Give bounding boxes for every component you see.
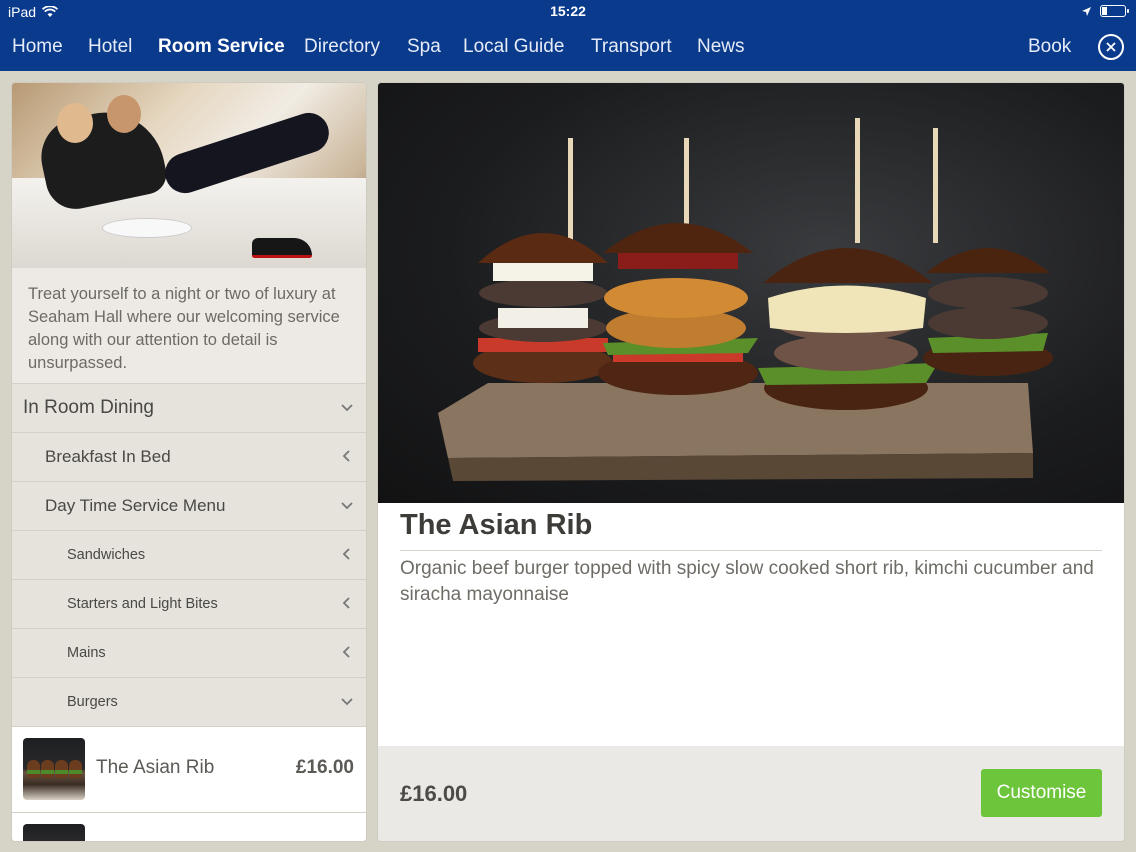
- menu-label: Starters and Light Bites: [67, 596, 218, 612]
- status-bar: iPad 15:22: [0, 0, 1136, 24]
- menu-sandwiches[interactable]: Sandwiches: [12, 530, 366, 579]
- nav-directory[interactable]: Directory: [304, 36, 380, 58]
- status-right: [1081, 5, 1129, 17]
- customise-button[interactable]: Customise: [981, 769, 1102, 817]
- item-thumbnail: [23, 824, 85, 841]
- clock: 15:22: [550, 3, 586, 19]
- list-item[interactable]: The Asian Rib £16.00: [12, 726, 366, 812]
- burger-illustration: [438, 118, 1053, 481]
- battery-icon: [1100, 5, 1129, 17]
- chevron-down-icon: [341, 502, 353, 510]
- item-footer: £16.00 Customise: [378, 746, 1124, 841]
- nav-home[interactable]: Home: [12, 36, 63, 58]
- sidebar-intro-text: Treat yourself to a night or two of luxu…: [12, 268, 366, 383]
- nav-hotel[interactable]: Hotel: [88, 36, 132, 58]
- item-title: The Asian Rib: [400, 509, 593, 541]
- item-description: Organic beef burger topped with spicy sl…: [400, 558, 1094, 605]
- menu-in-room-dining[interactable]: In Room Dining: [12, 383, 366, 432]
- menu-label: Mains: [67, 645, 106, 661]
- nav-room-service[interactable]: Room Service: [158, 36, 285, 58]
- menu-mains[interactable]: Mains: [12, 628, 366, 677]
- nav-news[interactable]: News: [697, 36, 745, 58]
- chevron-left-icon: [342, 646, 350, 658]
- item-thumbnail: [23, 738, 85, 800]
- menu-label: Sandwiches: [67, 547, 146, 563]
- sidebar: Treat yourself to a night or two of luxu…: [11, 82, 367, 842]
- item-price: £16.00: [295, 757, 354, 778]
- divider: [400, 550, 1102, 551]
- chevron-down-icon: [341, 404, 353, 412]
- menu-day-time-service[interactable]: Day Time Service Menu: [12, 481, 366, 530]
- item-hero-image: [378, 83, 1124, 503]
- list-item[interactable]: [12, 812, 366, 841]
- menu-label: Breakfast In Bed: [45, 447, 171, 466]
- nav-spa[interactable]: Spa: [407, 36, 441, 58]
- menu-breakfast-in-bed[interactable]: Breakfast In Bed: [12, 432, 366, 481]
- location-arrow-icon: [1082, 6, 1091, 16]
- chevron-down-icon: [341, 698, 353, 706]
- menu-burgers[interactable]: Burgers: [12, 677, 366, 726]
- chevron-left-icon: [342, 548, 350, 560]
- nav-transport[interactable]: Transport: [591, 36, 672, 58]
- nav-local-guide[interactable]: Local Guide: [463, 36, 564, 58]
- item-detail-price: £16.00: [400, 781, 468, 806]
- chevron-left-icon: [342, 597, 350, 609]
- close-button[interactable]: [1098, 34, 1124, 60]
- chevron-left-icon: [342, 450, 350, 462]
- menu-label: Day Time Service Menu: [45, 496, 226, 515]
- menu-label: In Room Dining: [23, 397, 154, 418]
- menu-label: Burgers: [67, 694, 118, 710]
- item-name: The Asian Rib: [96, 757, 215, 778]
- close-icon: [1106, 42, 1116, 52]
- nav-book[interactable]: Book: [1028, 36, 1071, 58]
- top-nav: Home Hotel Room Service Directory Spa Lo…: [0, 24, 1136, 71]
- menu-starters[interactable]: Starters and Light Bites: [12, 579, 366, 628]
- item-detail-panel: The Asian Rib Organic beef burger topped…: [377, 82, 1125, 842]
- sidebar-hero-image: [12, 83, 366, 268]
